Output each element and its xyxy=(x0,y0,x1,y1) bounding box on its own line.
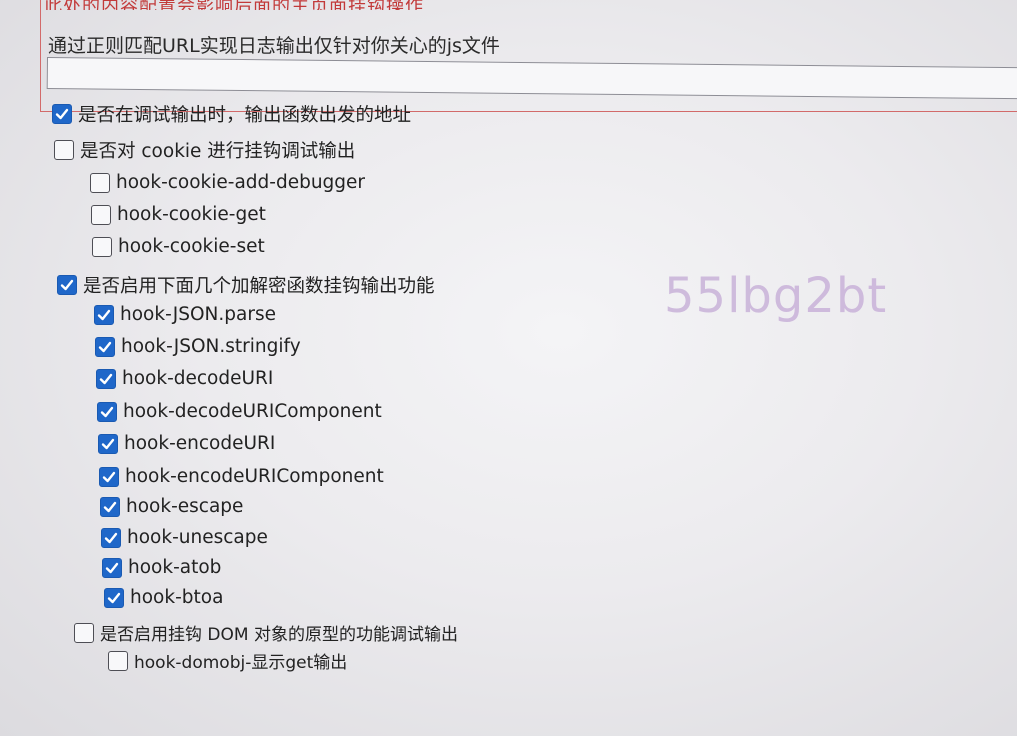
checkbox[interactable] xyxy=(97,401,117,422)
checkmark-icon xyxy=(97,309,111,320)
checkmark-icon xyxy=(100,406,114,417)
option-hook-dom-prototype[interactable]: 是否启用挂钩 DOM 对象的原型的功能调试输出 xyxy=(74,620,458,645)
option-hook-decodeuri[interactable]: hook-decodeURI xyxy=(96,368,273,389)
option-hook-decodeuricomponent[interactable]: hook-decodeURIComponent xyxy=(97,401,382,422)
option-label: hook-JSON.stringify xyxy=(121,336,301,357)
option-hook-encodeuri[interactable]: hook-encodeURI xyxy=(98,433,275,454)
checkbox[interactable] xyxy=(108,650,128,671)
checkbox[interactable] xyxy=(74,622,94,643)
option-show-call-address[interactable]: 是否在调试输出时，输出函数出发的地址 xyxy=(52,101,411,127)
option-label: 是否启用下面几个加解密函数挂钩输出功能 xyxy=(83,276,435,297)
checkmark-icon xyxy=(99,373,113,384)
option-hook-atob[interactable]: hook-atob xyxy=(102,557,221,578)
option-hook-cookie-add-debugger[interactable]: hook-cookie-add-debugger xyxy=(90,172,365,193)
checkbox[interactable] xyxy=(102,557,122,578)
option-label: hook-JSON.parse xyxy=(120,304,276,325)
checkbox[interactable] xyxy=(94,304,114,325)
option-label: 是否在调试输出时，输出函数出发的地址 xyxy=(78,105,412,126)
option-hook-btoa[interactable]: hook-btoa xyxy=(104,587,223,608)
watermark-text: 55lbg2bt xyxy=(664,268,888,324)
checkbox[interactable] xyxy=(99,466,119,487)
option-label: hook-cookie-get xyxy=(117,204,266,225)
checkbox[interactable] xyxy=(98,433,118,454)
checkmark-icon xyxy=(107,592,121,603)
option-label: hook-decodeURIComponent xyxy=(123,401,382,422)
option-label: hook-domobj-显示get输出 xyxy=(134,653,348,673)
option-hook-escape[interactable]: hook-escape xyxy=(100,496,243,517)
checkmark-icon xyxy=(98,341,112,352)
option-hook-unescape[interactable]: hook-unescape xyxy=(101,527,268,548)
checkmark-icon xyxy=(104,532,118,543)
option-hook-cookie-set[interactable]: hook-cookie-set xyxy=(92,236,265,257)
checkbox[interactable] xyxy=(54,140,74,160)
checkbox[interactable] xyxy=(95,336,115,357)
option-label: hook-encodeURIComponent xyxy=(125,466,384,487)
option-label: hook-atob xyxy=(128,557,222,578)
option-hook-crypto-functions[interactable]: 是否启用下面几个加解密函数挂钩输出功能 xyxy=(57,272,435,298)
checkbox[interactable] xyxy=(96,368,116,389)
checkmark-icon xyxy=(55,108,69,120)
option-label: 是否对 cookie 进行挂钩调试输出 xyxy=(80,141,356,162)
checkbox[interactable] xyxy=(91,204,111,225)
option-hook-cookie[interactable]: 是否对 cookie 进行挂钩调试输出 xyxy=(54,137,355,163)
option-label: hook-btoa xyxy=(130,587,224,608)
checkbox[interactable] xyxy=(92,236,112,257)
checkmark-icon xyxy=(103,501,117,512)
checkmark-icon xyxy=(60,279,74,291)
checkbox[interactable] xyxy=(52,104,72,124)
option-label: hook-encodeURI xyxy=(124,433,276,454)
option-hook-domobj-get[interactable]: hook-domobj-显示get输出 xyxy=(108,648,347,673)
checkmark-icon xyxy=(105,562,119,573)
checkmark-icon xyxy=(102,471,116,482)
option-hook-encodeuricomponent[interactable]: hook-encodeURIComponent xyxy=(99,466,384,487)
option-hook-json-stringify[interactable]: hook-JSON.stringify xyxy=(95,336,301,357)
url-filter-label: 通过正则匹配URL实现日志输出仅针对你关心的js文件 xyxy=(48,35,500,57)
checkbox[interactable] xyxy=(57,275,77,295)
checkbox[interactable] xyxy=(104,587,124,608)
option-label: 是否启用挂钩 DOM 对象的原型的功能调试输出 xyxy=(100,625,458,645)
option-hook-cookie-get[interactable]: hook-cookie-get xyxy=(91,204,266,225)
checkbox[interactable] xyxy=(90,172,110,193)
section-note-text: 此处的内容配置会影响后面的主页面挂钩操作 xyxy=(44,0,424,10)
checkbox[interactable] xyxy=(101,527,121,548)
option-hook-json-parse[interactable]: hook-JSON.parse xyxy=(94,304,276,325)
option-label: hook-unescape xyxy=(127,527,268,548)
checkbox[interactable] xyxy=(100,496,120,517)
option-label: hook-escape xyxy=(126,496,244,517)
option-label: hook-cookie-set xyxy=(118,236,265,257)
checkmark-icon xyxy=(101,438,115,449)
option-label: hook-decodeURI xyxy=(122,368,274,389)
option-label: hook-cookie-add-debugger xyxy=(116,172,366,193)
